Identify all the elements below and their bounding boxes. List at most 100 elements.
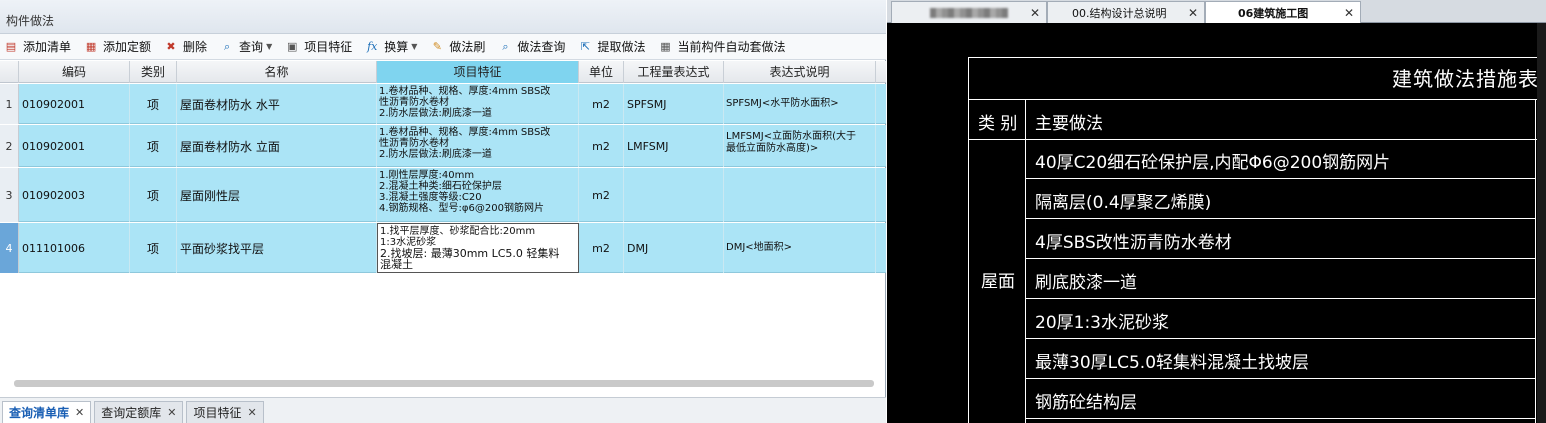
- close-icon[interactable]: ✕: [75, 406, 84, 419]
- header-expression-desc[interactable]: 表达式说明: [724, 61, 876, 83]
- close-icon[interactable]: ✕: [1030, 6, 1040, 20]
- layer-text: 40厚C20细石砼保护层,内配Φ6@200钢筋网片: [1035, 153, 1391, 173]
- method-query-button[interactable]: ⌕ 做法查询: [497, 36, 565, 58]
- table-line: [968, 57, 1537, 58]
- close-icon[interactable]: ✕: [247, 406, 256, 419]
- table-line: [1025, 258, 1536, 259]
- column-method-label: 主要做法: [1035, 114, 1103, 134]
- row-number[interactable]: 4: [0, 223, 19, 273]
- cell-code[interactable]: 010902001: [19, 84, 130, 124]
- add-list-icon: ▤: [5, 39, 17, 53]
- row-number[interactable]: 3: [0, 168, 19, 222]
- row-number[interactable]: 1: [0, 84, 19, 124]
- tab-item-feature[interactable]: 项目特征 ✕: [186, 401, 264, 423]
- vertical-scrollbar[interactable]: [1537, 23, 1546, 423]
- component-method-panel: 构件做法 ▤ 添加清单 ▦ 添加定额 ✖ 删除 ⌕ 查询 ▼ ▣ 项目特征 fx…: [0, 0, 886, 423]
- tab-drawing-blurred[interactable]: ✕: [891, 1, 1047, 23]
- search-icon: ⌕: [223, 39, 231, 53]
- cell-unit[interactable]: m2: [579, 168, 624, 222]
- add-list-button[interactable]: ▤ 添加清单: [3, 36, 71, 58]
- table-line: [1025, 218, 1536, 219]
- horizontal-scrollbar[interactable]: [14, 380, 874, 387]
- header-code[interactable]: 编码: [19, 61, 130, 83]
- extract-method-button[interactable]: ⇱ 提取做法: [577, 36, 646, 58]
- cell-expression[interactable]: [624, 168, 724, 222]
- cell-expression-desc[interactable]: LMFSMJ<立面防水面积(大于 最低立面防水高度)>: [724, 125, 876, 167]
- cell-unit[interactable]: m2: [579, 84, 624, 124]
- delete-button[interactable]: ✖ 删除: [163, 36, 207, 58]
- tab-query-quota-library[interactable]: 查询定额库 ✕: [94, 401, 184, 423]
- drawing-tab-bar: ✕ 00.结构设计总说明 ✕ 06建筑施工图 ✕: [887, 0, 1546, 23]
- table-row[interactable]: 3 010902003 项 屋面刚性层 1.刚性层厚度:40mm 2.混凝土种类…: [0, 168, 886, 222]
- method-brush-button[interactable]: ✎ 做法刷: [429, 36, 486, 58]
- cell-type[interactable]: 项: [130, 168, 177, 222]
- cell-code[interactable]: 011101006: [19, 223, 130, 273]
- table-row[interactable]: 2 010902001 项 屋面卷材防水 立面 1.卷材品种、规格、厚度:4mm…: [0, 125, 886, 167]
- app-window: 构件做法 ▤ 添加清单 ▦ 添加定额 ✖ 删除 ⌕ 查询 ▼ ▣ 项目特征 fx…: [0, 0, 1546, 423]
- cell-feature[interactable]: 1.卷材品种、规格、厚度:4mm SBS改 性沥青防水卷材 2.防水层做法:刷底…: [377, 125, 579, 167]
- cell-expression-desc[interactable]: DMJ<地面积>: [724, 223, 876, 273]
- function-icon: fx: [367, 39, 378, 53]
- header-unit[interactable]: 单位: [579, 61, 624, 83]
- auto-apply-method-button[interactable]: ▦ 当前构件自动套做法: [657, 36, 785, 58]
- cell-expression[interactable]: DMJ: [624, 223, 724, 273]
- tab-architectural-drawings[interactable]: 06建筑施工图 ✕: [1205, 1, 1361, 23]
- cell-code[interactable]: 010902001: [19, 125, 130, 167]
- cell-feature[interactable]: 1.卷材品种、规格、厚度:4mm SBS改 性沥青防水卷材 2.防水层做法:刷底…: [377, 84, 579, 124]
- cell-name[interactable]: 平面砂浆找平层: [177, 223, 377, 273]
- convert-button[interactable]: fx 换算 ▼: [364, 36, 417, 58]
- table-row[interactable]: 1 010902001 项 屋面卷材防水 水平 1.卷材品种、规格、厚度:4mm…: [0, 84, 886, 124]
- cell-expression[interactable]: LMFSMJ: [624, 125, 724, 167]
- tab-query-list-library[interactable]: 查询清单库 ✕: [2, 401, 92, 423]
- cell-expression-desc[interactable]: SPFSMJ<水平防水面积>: [724, 84, 876, 124]
- delete-icon: ✖: [166, 39, 176, 53]
- close-icon[interactable]: ✕: [1344, 6, 1354, 20]
- table-line: [1025, 338, 1536, 339]
- tab-structural-design-notes[interactable]: 00.结构设计总说明 ✕: [1047, 1, 1205, 23]
- column-type-label: 类 别: [978, 114, 1018, 134]
- chevron-down-icon: ▼: [411, 42, 418, 51]
- layer-text: 刷底胶漆一道: [1035, 273, 1137, 293]
- cell-type[interactable]: 项: [130, 223, 177, 273]
- cell-name[interactable]: 屋面卷材防水 立面: [177, 125, 377, 167]
- cell-unit[interactable]: m2: [579, 125, 624, 167]
- query-button[interactable]: ⌕ 查询 ▼: [219, 36, 272, 58]
- table-line: [1535, 99, 1536, 423]
- grid-header: 编码 类别 名称 项目特征 单位 工程量表达式 表达式说明: [0, 61, 886, 83]
- close-icon[interactable]: ✕: [1188, 6, 1198, 20]
- cell-feature-editing[interactable]: 1.找平层厚度、砂浆配合比:20mm 1:3水泥砂浆 2.找坡层: 最薄30mm…: [377, 223, 579, 273]
- header-expression[interactable]: 工程量表达式: [624, 61, 724, 83]
- cell-type[interactable]: 项: [130, 84, 177, 124]
- cell-feature[interactable]: 1.刚性层厚度:40mm 2.混凝土种类:细石砼保护层 3.混凝土强度等级:C2…: [377, 168, 579, 222]
- chevron-down-icon: ▼: [266, 42, 273, 51]
- add-quota-button[interactable]: ▦ 添加定额: [83, 36, 151, 58]
- cell-code[interactable]: 010902003: [19, 168, 130, 222]
- cell-unit[interactable]: m2: [579, 223, 624, 273]
- layer-text: 20厚1:3水泥砂浆: [1035, 313, 1169, 333]
- brush-icon: ✎: [432, 39, 443, 53]
- table-line: [1025, 99, 1026, 423]
- header-name[interactable]: 名称: [177, 61, 377, 83]
- header-type[interactable]: 类别: [130, 61, 177, 83]
- toolbar: ▤ 添加清单 ▦ 添加定额 ✖ 删除 ⌕ 查询 ▼ ▣ 项目特征 fx 换算 ▼…: [0, 34, 886, 60]
- table-row[interactable]: 4 011101006 项 平面砂浆找平层 1.找平层厚度、砂浆配合比:20mm…: [0, 223, 886, 273]
- cell-name[interactable]: 屋面卷材防水 水平: [177, 84, 377, 124]
- cell-expression-desc[interactable]: [724, 168, 876, 222]
- layer-text: 4厚SBS改性沥青防水卷材: [1035, 233, 1232, 253]
- cell-expression[interactable]: SPFSMJ: [624, 84, 724, 124]
- category-label: 屋面: [981, 272, 1015, 292]
- cell-name[interactable]: 屋面刚性层: [177, 168, 377, 222]
- panel-title: 构件做法: [6, 14, 55, 28]
- item-feature-button[interactable]: ▣ 项目特征: [284, 36, 352, 58]
- row-number[interactable]: 2: [0, 125, 19, 167]
- close-icon[interactable]: ✕: [167, 406, 176, 419]
- table-line: [968, 99, 1537, 100]
- method-search-icon: ⌕: [502, 39, 509, 53]
- header-feature[interactable]: 项目特征: [377, 61, 579, 83]
- table-line: [1025, 378, 1536, 379]
- drawing-canvas[interactable]: 建筑做法措施表 类 别 主要做法 屋面 40厚C20细石砼保护层,内配Φ6@20…: [887, 23, 1546, 423]
- cell-type[interactable]: 项: [130, 125, 177, 167]
- redacted-filename: [930, 7, 1008, 18]
- cad-drawing-panel: ✕ 00.结构设计总说明 ✕ 06建筑施工图 ✕ 建筑做法措施表 类 别 主要做…: [887, 0, 1546, 423]
- extract-icon: ⇱: [580, 39, 591, 53]
